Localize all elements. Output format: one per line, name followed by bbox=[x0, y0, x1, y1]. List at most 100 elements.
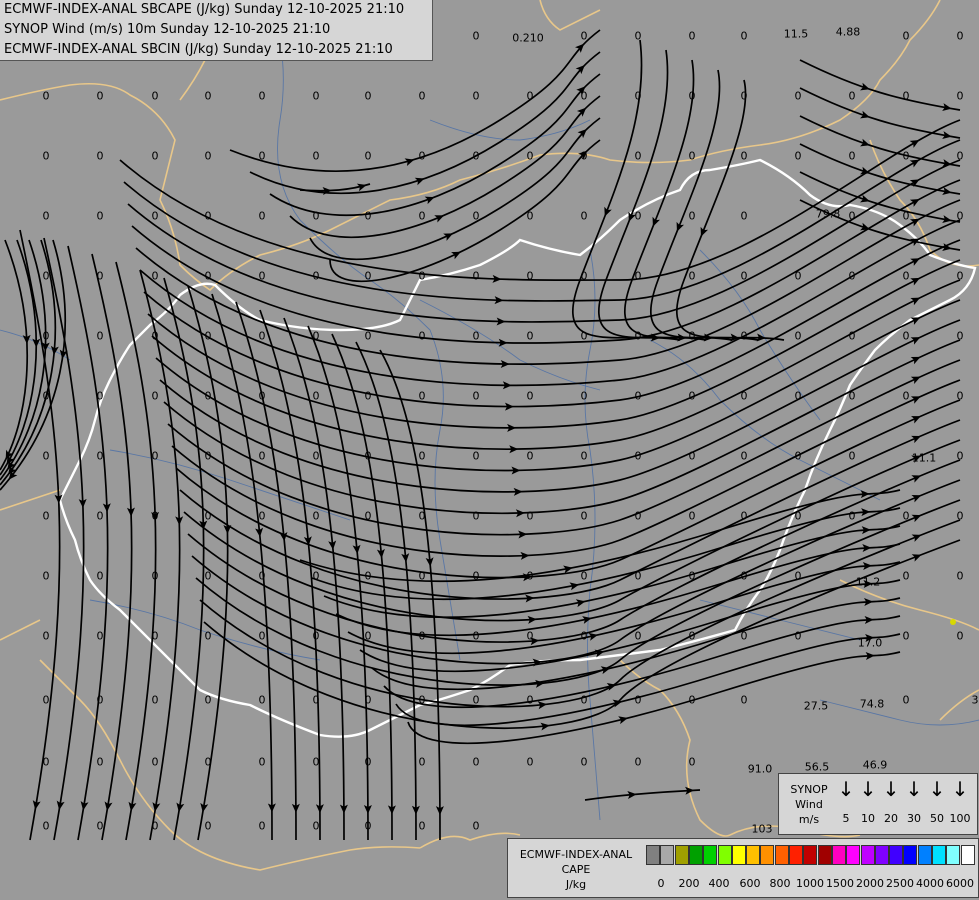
cin-value: 0 bbox=[472, 629, 480, 643]
streamline-arrow bbox=[676, 221, 685, 232]
cin-value-labeled: 11.5 bbox=[783, 27, 809, 41]
streamline-arrow bbox=[443, 233, 454, 241]
cape-color-swatch bbox=[660, 845, 675, 865]
streamline bbox=[584, 789, 701, 801]
cin-value: 0 bbox=[42, 629, 50, 643]
cin-value: 0 bbox=[96, 819, 104, 833]
cin-value: 0 bbox=[740, 209, 748, 223]
cin-value: 0 bbox=[472, 569, 480, 583]
cin-value: 0 bbox=[472, 509, 480, 523]
cin-value: 0 bbox=[312, 509, 320, 523]
cin-value: 0 bbox=[902, 693, 910, 707]
streamline bbox=[799, 59, 961, 111]
cin-value: 0 bbox=[96, 509, 104, 523]
cin-value: 0 bbox=[526, 269, 534, 283]
cin-value: 0 bbox=[688, 149, 696, 163]
cin-value: 0 bbox=[151, 819, 159, 833]
cin-value: 0 bbox=[42, 693, 50, 707]
cin-value: 0 bbox=[688, 755, 696, 769]
cin-value: 0 bbox=[364, 629, 372, 643]
cin-value: 0 bbox=[634, 693, 642, 707]
cape-tick-label: 0 bbox=[657, 877, 665, 890]
cin-value: 0 bbox=[364, 509, 372, 523]
cin-value: 0 bbox=[204, 819, 212, 833]
cin-value: 0 bbox=[418, 509, 426, 523]
cin-value: 0 bbox=[740, 269, 748, 283]
cape-tick-label: 1500 bbox=[826, 877, 854, 890]
streamline bbox=[799, 115, 961, 167]
streamline-arrow bbox=[424, 196, 435, 205]
cin-value: 0 bbox=[580, 269, 588, 283]
cin-value: 0 bbox=[580, 29, 588, 43]
map-canvas[interactable]: 0 0 0 0 0 0 0 0 0 0 0 0 0 0 0 0 0 0 0 0 0 0 0 0 0 0 0 0 0 0 0 0 0 0 0 0 0 0 0 0… bbox=[0, 0, 979, 900]
cin-value: 0 bbox=[312, 819, 320, 833]
cin-value: 0 bbox=[956, 29, 964, 43]
wind-speed-label: 5 bbox=[842, 812, 850, 825]
cape-colorbar-legend: ECMWF-INDEX-ANAL CAPE J/kg 0 200 400 600 800… bbox=[507, 838, 979, 898]
cin-value: 0 bbox=[312, 569, 320, 583]
streamline bbox=[259, 309, 321, 841]
cape-color-swatch bbox=[932, 845, 946, 865]
cin-value: 0 bbox=[634, 449, 642, 463]
cin-value: 0 bbox=[794, 509, 802, 523]
wind-arrow-icon: ↓ bbox=[837, 777, 855, 801]
cape-color-swatch bbox=[703, 845, 718, 865]
cin-value: 0 bbox=[526, 629, 534, 643]
wind-speed-label: 50 bbox=[930, 812, 944, 825]
cin-value: 0 bbox=[96, 569, 104, 583]
cin-value: 0 bbox=[848, 329, 856, 343]
streamline-arrow bbox=[911, 416, 921, 424]
cape-tick-label: 1000 bbox=[796, 877, 824, 890]
cin-value: 0 bbox=[688, 509, 696, 523]
cin-value: 0 bbox=[740, 509, 748, 523]
cin-value: 0 bbox=[902, 569, 910, 583]
cin-value: 0 bbox=[42, 509, 50, 523]
cin-value: 0 bbox=[526, 389, 534, 403]
cin-value: 0 bbox=[794, 389, 802, 403]
cin-value-labeled: 56.5 bbox=[804, 760, 830, 774]
cin-value: 0 bbox=[312, 329, 320, 343]
station-marker[interactable] bbox=[950, 619, 956, 625]
cin-value: 0 bbox=[740, 329, 748, 343]
cin-value: 0 bbox=[418, 329, 426, 343]
streamline-arrow bbox=[910, 297, 921, 306]
cin-value: 0 bbox=[204, 389, 212, 403]
cin-value: 0 bbox=[418, 755, 426, 769]
cin-value: 0 bbox=[418, 569, 426, 583]
cin-value: 0 bbox=[364, 569, 372, 583]
synop-wind-legend: SYNOP Wind m/s ↓ 5 ↓ 10 ↓ 20 ↓ 30 ↓ 50 ↓ 100 bbox=[778, 773, 978, 835]
cape-tick-label: 600 bbox=[739, 877, 761, 890]
cin-value: 0 bbox=[688, 449, 696, 463]
wind-arrow-icon: ↓ bbox=[951, 777, 969, 801]
cin-value: 0 bbox=[42, 149, 50, 163]
cin-value: 0 bbox=[580, 149, 588, 163]
synop-title-2: Wind bbox=[795, 798, 823, 811]
cin-value: 0 bbox=[42, 449, 50, 463]
streamline-arrow bbox=[909, 139, 920, 148]
streamline-arrow bbox=[911, 494, 922, 503]
wind-speed-label: 100 bbox=[949, 812, 971, 825]
streamline-arrow bbox=[910, 258, 921, 266]
cin-value: 0 bbox=[526, 755, 534, 769]
cin-value: 0 bbox=[204, 269, 212, 283]
cin-value: 0 bbox=[151, 89, 159, 103]
cin-value: 0 bbox=[688, 89, 696, 103]
streamline bbox=[289, 95, 601, 239]
cape-tick-label: 2500 bbox=[886, 877, 914, 890]
cape-tick-label: 4000 bbox=[916, 877, 944, 890]
cin-value: 0 bbox=[151, 209, 159, 223]
cin-value: 0 bbox=[526, 569, 534, 583]
cin-value: 0 bbox=[364, 209, 372, 223]
cin-value: 0 bbox=[472, 209, 480, 223]
cin-value: 0 bbox=[634, 29, 642, 43]
cin-value: 0 bbox=[580, 755, 588, 769]
cin-value: 0 bbox=[902, 389, 910, 403]
cin-value: 0 bbox=[258, 389, 266, 403]
cin-value: 0 bbox=[634, 509, 642, 523]
streamline bbox=[0, 239, 37, 476]
cin-value: 0 bbox=[42, 329, 50, 343]
cin-value: 0 bbox=[204, 89, 212, 103]
cin-value: 0 bbox=[956, 509, 964, 523]
wind-speed-label: 20 bbox=[884, 812, 898, 825]
streamline bbox=[163, 277, 205, 841]
